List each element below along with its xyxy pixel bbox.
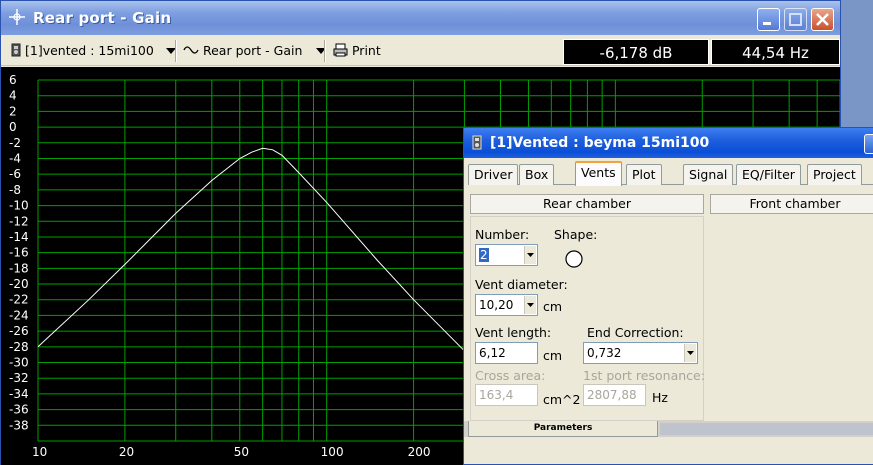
curve-layer bbox=[37, 147, 465, 352]
number-label: Number: bbox=[475, 227, 530, 242]
y-tick-label: 4 bbox=[9, 89, 17, 103]
cross-area-label: Cross area: bbox=[475, 368, 546, 383]
dialog-scrollbar[interactable] bbox=[660, 423, 873, 435]
close-icon bbox=[816, 13, 829, 26]
y-tick-label: -26 bbox=[9, 324, 29, 338]
circle-shape-icon[interactable] bbox=[564, 249, 584, 269]
tab-signal[interactable]: Signal bbox=[683, 164, 734, 185]
rear-chamber-header[interactable]: Rear chamber bbox=[470, 194, 704, 214]
y-tick-label: -6 bbox=[9, 167, 21, 181]
y-tick-label: -38 bbox=[9, 418, 29, 432]
chevron-down-icon bbox=[687, 351, 694, 355]
y-tick-label: 6 bbox=[9, 73, 17, 87]
tab-plot[interactable]: Plot bbox=[626, 164, 662, 185]
x-tick-label: 20 bbox=[119, 445, 134, 459]
end-correction-select[interactable]: 0,732 bbox=[583, 342, 698, 364]
tab-box[interactable]: Box bbox=[519, 164, 555, 185]
y-tick-label: -28 bbox=[9, 340, 29, 354]
db-readout: -6,178 dB bbox=[563, 39, 709, 65]
y-tick-label: -24 bbox=[9, 308, 29, 322]
vent-length-unit: cm bbox=[543, 348, 563, 363]
vent-diameter-label: Vent diameter: bbox=[475, 277, 568, 292]
y-tick-label: -8 bbox=[9, 183, 21, 197]
y-tick-label: -14 bbox=[9, 230, 29, 244]
maximize-button[interactable] bbox=[784, 8, 807, 31]
port-resonance-unit: Hz bbox=[652, 390, 668, 405]
x-tick-label: 50 bbox=[234, 445, 249, 459]
vent-diameter-unit: cm bbox=[543, 299, 563, 314]
hz-readout: 44,54 Hz bbox=[711, 39, 840, 65]
toolbar-separator bbox=[324, 40, 326, 62]
crosshair-icon bbox=[9, 9, 25, 25]
close-button[interactable] bbox=[811, 8, 834, 31]
x-tick-label: 10 bbox=[32, 445, 47, 459]
chevron-down-icon bbox=[527, 253, 534, 257]
vented-dialog: [1]Vented : beyma 15mi100 Driver Box Ven… bbox=[463, 127, 873, 465]
y-tick-label: -32 bbox=[9, 371, 29, 385]
main-titlebar[interactable]: Rear port - Gain bbox=[1, 1, 840, 35]
dialog-close-button[interactable] bbox=[864, 134, 873, 154]
tab-strip: Driver Box Vents Plot Signal EQ/Filter P… bbox=[468, 161, 873, 186]
gain-curve bbox=[37, 147, 465, 352]
curve-select-label: Rear port - Gain bbox=[202, 43, 303, 58]
tab-driver[interactable]: Driver bbox=[468, 164, 519, 185]
print-label: Print bbox=[351, 43, 381, 58]
cross-area-unit: cm^2 bbox=[543, 392, 581, 407]
dialog-status-bar: Parameters bbox=[464, 421, 873, 437]
y-tick-label: -2 bbox=[9, 136, 21, 150]
y-tick-label: -36 bbox=[9, 403, 29, 417]
vent-length-input[interactable]: 6,12 bbox=[475, 342, 538, 364]
minimize-button[interactable] bbox=[757, 8, 780, 31]
print-button[interactable]: Print bbox=[333, 41, 381, 61]
y-tick-label: -12 bbox=[9, 214, 29, 228]
y-tick-label: -4 bbox=[9, 151, 21, 165]
tab-vents[interactable]: Vents bbox=[575, 161, 622, 186]
chevron-down-icon bbox=[527, 303, 534, 307]
window-title: Rear port - Gain bbox=[33, 9, 172, 27]
project-select-label: [1]vented : 15mi100 bbox=[24, 43, 154, 58]
front-chamber-header[interactable]: Front chamber bbox=[710, 194, 873, 214]
curve-select[interactable]: Rear port - Gain bbox=[183, 41, 327, 61]
y-tick-label: -30 bbox=[9, 356, 29, 370]
y-tick-label: -22 bbox=[9, 293, 29, 307]
end-correction-value: 0,732 bbox=[587, 346, 622, 360]
dialog-titlebar[interactable]: [1]Vented : beyma 15mi100 bbox=[464, 128, 873, 158]
port-resonance-field: 2807,88 bbox=[583, 384, 646, 406]
y-tick-label: -10 bbox=[9, 199, 29, 213]
speaker-icon bbox=[472, 135, 482, 150]
y-tick-label: -18 bbox=[9, 261, 29, 275]
vent-length-label: Vent length: bbox=[475, 325, 552, 340]
vent-diameter-dropdown-arrow[interactable] bbox=[524, 296, 536, 314]
end-correction-label: End Correction: bbox=[587, 325, 684, 340]
number-select[interactable]: 2 bbox=[475, 244, 538, 266]
shape-label: Shape: bbox=[554, 227, 598, 242]
tab-project[interactable]: Project bbox=[807, 164, 862, 185]
x-tick-label: 100 bbox=[321, 445, 344, 459]
port-resonance-label: 1st port resonance: bbox=[583, 368, 705, 383]
maximize-icon bbox=[789, 13, 802, 26]
toolbar: [1]vented : 15mi100 Rear port - Gain Pri… bbox=[1, 36, 840, 66]
y-tick-label: 0 bbox=[9, 120, 17, 134]
y-tick-label: -34 bbox=[9, 387, 29, 401]
number-dropdown-arrow[interactable] bbox=[524, 246, 536, 264]
vent-diameter-select[interactable]: 10,20 bbox=[475, 294, 538, 316]
y-tick-labels: 6 42 0 -2-4 -6 -8 -10-12 -14 -16-18 -20 -22-24 -26 -… bbox=[9, 73, 29, 432]
minimize-icon bbox=[763, 22, 771, 25]
vent-diameter-value: 10,20 bbox=[479, 298, 514, 312]
y-tick-label: -20 bbox=[9, 277, 29, 291]
number-value: 2 bbox=[479, 248, 489, 262]
x-tick-label: 200 bbox=[408, 445, 431, 459]
printer-icon bbox=[333, 43, 348, 57]
cross-area-field: 163,4 bbox=[475, 384, 538, 406]
sine-wave-icon bbox=[183, 46, 199, 54]
end-correction-dropdown-arrow[interactable] bbox=[684, 344, 696, 362]
project-select[interactable]: [1]vented : 15mi100 bbox=[11, 41, 176, 61]
speaker-icon bbox=[11, 43, 21, 57]
dialog-title: [1]Vented : beyma 15mi100 bbox=[490, 135, 710, 151]
parameters-tab[interactable]: Parameters bbox=[468, 421, 658, 437]
y-tick-label: -16 bbox=[9, 246, 29, 260]
y-tick-label: 2 bbox=[9, 104, 17, 118]
tab-eq-filter[interactable]: EQ/Filter bbox=[736, 164, 801, 185]
toolbar-separator bbox=[175, 40, 177, 62]
